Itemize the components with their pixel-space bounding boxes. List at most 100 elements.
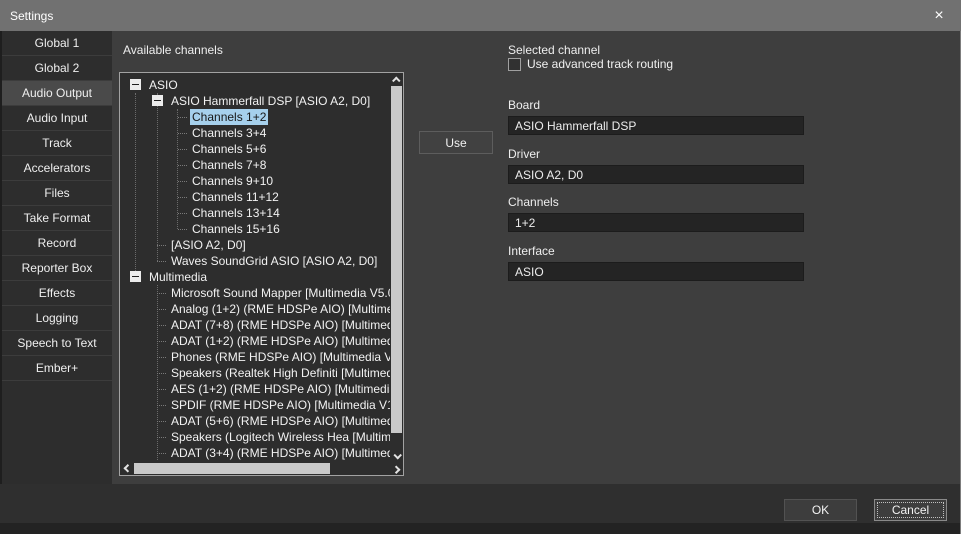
tree-item[interactable]: Channels 5+6	[120, 141, 390, 157]
tree-item[interactable]: ADAT (1+2) (RME HDSPe AIO) [Multimedia V	[120, 333, 390, 349]
advanced-routing-checkbox-label: Use advanced track routing	[527, 57, 673, 71]
titlebar[interactable]: Settings ×	[0, 0, 961, 31]
tree-item-label[interactable]: Channels 5+6	[190, 141, 268, 157]
field-value-channels[interactable]: 1+2	[508, 213, 804, 232]
vertical-scrollbar[interactable]	[390, 73, 403, 462]
ok-button[interactable]: OK	[784, 499, 857, 521]
settings-sidebar: Global 1Global 2Audio OutputAudio InputT…	[0, 31, 112, 484]
chevron-down-icon	[393, 451, 401, 459]
sidebar-item-accelerators[interactable]: Accelerators	[2, 156, 112, 181]
cancel-button[interactable]: Cancel	[874, 499, 947, 521]
field-group-board: BoardASIO Hammerfall DSP	[508, 99, 804, 135]
audio-output-panel: Available channels ASIOASIO Hammerfall D…	[112, 31, 961, 484]
sidebar-item-effects[interactable]: Effects	[2, 281, 112, 306]
tree-connector	[157, 357, 166, 358]
scroll-up-button[interactable]	[390, 73, 403, 86]
tree-item[interactable]: ADAT (3+4) (RME HDSPe AIO) [Multimedia V	[120, 445, 390, 461]
checkbox-icon[interactable]	[508, 58, 521, 71]
tree-item-label[interactable]: Channels 11+12	[190, 189, 281, 205]
field-value-driver[interactable]: ASIO A2, D0	[508, 165, 804, 184]
sidebar-item-take-format[interactable]: Take Format	[2, 206, 112, 231]
field-label-driver: Driver	[508, 148, 804, 160]
tree-item-label[interactable]: ADAT (1+2) (RME HDSPe AIO) [Multimedia V	[169, 333, 390, 349]
tree-item-label[interactable]: [ASIO A2, D0]	[169, 237, 248, 253]
tree-item-label[interactable]: ADAT (7+8) (RME HDSPe AIO) [Multimedia V	[169, 317, 390, 333]
tree-item[interactable]: Analog (1+2) (RME HDSPe AIO) [Multimedia	[120, 301, 390, 317]
vertical-scrollbar-thumb[interactable]	[391, 86, 402, 433]
available-channels-tree[interactable]: ASIOASIO Hammerfall DSP [ASIO A2, D0]Cha…	[119, 72, 404, 476]
tree-item[interactable]: ADAT (7+8) (RME HDSPe AIO) [Multimedia V	[120, 317, 390, 333]
tree-item[interactable]: Speakers (Logitech Wireless Hea [Multime…	[120, 429, 390, 445]
tree-connector	[178, 197, 187, 198]
sidebar-item-ember-[interactable]: Ember+	[2, 356, 112, 381]
tree-item-label[interactable]: Channels 7+8	[190, 157, 268, 173]
tree-item-label[interactable]: Waves SoundGrid ASIO [ASIO A2, D0]	[169, 253, 379, 269]
tree-item-label[interactable]: ASIO	[147, 77, 180, 93]
tree-item[interactable]: ASIO Hammerfall DSP [ASIO A2, D0]	[120, 93, 390, 109]
field-value-board[interactable]: ASIO Hammerfall DSP	[508, 116, 804, 135]
tree-item-label[interactable]: Speakers (Logitech Wireless Hea [Multime…	[169, 429, 390, 445]
tree-item-label[interactable]: ASIO Hammerfall DSP [ASIO A2, D0]	[169, 93, 372, 109]
tree-item-label[interactable]: Channels 15+16	[190, 221, 282, 237]
tree-item[interactable]: Microsoft Sound Mapper [Multimedia V5.0	[120, 285, 390, 301]
sidebar-item-global-2[interactable]: Global 2	[2, 56, 112, 81]
scroll-down-button[interactable]	[390, 449, 403, 462]
tree-item-label[interactable]: Channels 3+4	[190, 125, 268, 141]
window-title: Settings	[10, 9, 53, 23]
scroll-right-button[interactable]	[390, 462, 403, 475]
tree-item[interactable]: AES (1+2) (RME HDSPe AIO) [Multimedia V1	[120, 381, 390, 397]
tree-item-label[interactable]: Speakers (Realtek High Definiti [Multime…	[169, 365, 390, 381]
tree-item-label[interactable]: Channels 13+14	[190, 205, 282, 221]
tree-item-label[interactable]: SPDIF (RME HDSPe AIO) [Multimedia V10.0]	[169, 397, 390, 413]
tree-item[interactable]: Phones (RME HDSPe AIO) [Multimedia V10.	[120, 349, 390, 365]
tree-item-label[interactable]: ADAT (3+4) (RME HDSPe AIO) [Multimedia V	[169, 445, 390, 461]
tree-connector	[157, 405, 166, 406]
tree-item[interactable]: Channels 3+4	[120, 125, 390, 141]
tree-item[interactable]: Speakers (Realtek High Definiti [Multime…	[120, 365, 390, 381]
tree-connector	[157, 261, 166, 262]
tree-item[interactable]: Channels 7+8	[120, 157, 390, 173]
advanced-routing-checkbox-row[interactable]: Use advanced track routing	[508, 57, 673, 71]
sidebar-item-logging[interactable]: Logging	[2, 306, 112, 331]
sidebar-item-audio-output[interactable]: Audio Output	[2, 81, 112, 106]
tree-item-label[interactable]: Multimedia	[147, 269, 209, 285]
sidebar-item-record[interactable]: Record	[2, 231, 112, 256]
sidebar-item-reporter-box[interactable]: Reporter Box	[2, 256, 112, 281]
sidebar-item-audio-input[interactable]: Audio Input	[2, 106, 112, 131]
sidebar-item-files[interactable]: Files	[2, 181, 112, 206]
tree-item[interactable]: ASIO	[120, 77, 390, 93]
tree-item[interactable]: Multimedia	[120, 269, 390, 285]
tree-item[interactable]: SPDIF (RME HDSPe AIO) [Multimedia V10.0]	[120, 397, 390, 413]
tree-item[interactable]: ADAT (5+6) (RME HDSPe AIO) [Multimedia V	[120, 413, 390, 429]
sidebar-item-track[interactable]: Track	[2, 131, 112, 156]
tree-item[interactable]: Channels 1+2	[120, 109, 390, 125]
sidebar-item-global-1[interactable]: Global 1	[2, 31, 112, 56]
tree-item-label[interactable]: AES (1+2) (RME HDSPe AIO) [Multimedia V1	[169, 381, 390, 397]
tree-item-label[interactable]: ADAT (5+6) (RME HDSPe AIO) [Multimedia V	[169, 413, 390, 429]
tree-item-label[interactable]: Microsoft Sound Mapper [Multimedia V5.0	[169, 285, 390, 301]
tree-item-label[interactable]: Channels 9+10	[190, 173, 275, 189]
field-group-channels: Channels 1+2	[508, 196, 804, 232]
tree-item[interactable]: Channels 15+16	[120, 221, 390, 237]
use-button[interactable]: Use	[419, 131, 493, 154]
field-label-channels: Channels	[508, 196, 804, 208]
minus-collapse-icon[interactable]	[130, 271, 141, 282]
tree-item[interactable]: Channels 11+12	[120, 189, 390, 205]
tree-item[interactable]: Channels 9+10	[120, 173, 390, 189]
tree-item-label[interactable]: Analog (1+2) (RME HDSPe AIO) [Multimedia	[169, 301, 390, 317]
settings-dialog: Settings × Global 1Global 2Audio OutputA…	[0, 0, 961, 534]
sidebar-item-speech-to-text[interactable]: Speech to Text	[2, 331, 112, 356]
horizontal-scrollbar[interactable]	[120, 462, 403, 475]
horizontal-scrollbar-thumb[interactable]	[134, 463, 330, 474]
minus-collapse-icon[interactable]	[130, 79, 141, 90]
field-value-interface[interactable]: ASIO	[508, 262, 804, 281]
tree-item[interactable]: Waves SoundGrid ASIO [ASIO A2, D0]	[120, 253, 390, 269]
tree-item-label-selected[interactable]: Channels 1+2	[190, 109, 268, 125]
scroll-left-button[interactable]	[120, 462, 133, 475]
tree-item-label[interactable]: Phones (RME HDSPe AIO) [Multimedia V10.	[169, 349, 390, 365]
minus-collapse-icon[interactable]	[152, 95, 163, 106]
tree-item[interactable]: [ASIO A2, D0]	[120, 237, 390, 253]
available-channels-label: Available channels	[123, 43, 223, 57]
tree-item[interactable]: Channels 13+14	[120, 205, 390, 221]
close-icon[interactable]: ×	[927, 8, 951, 24]
